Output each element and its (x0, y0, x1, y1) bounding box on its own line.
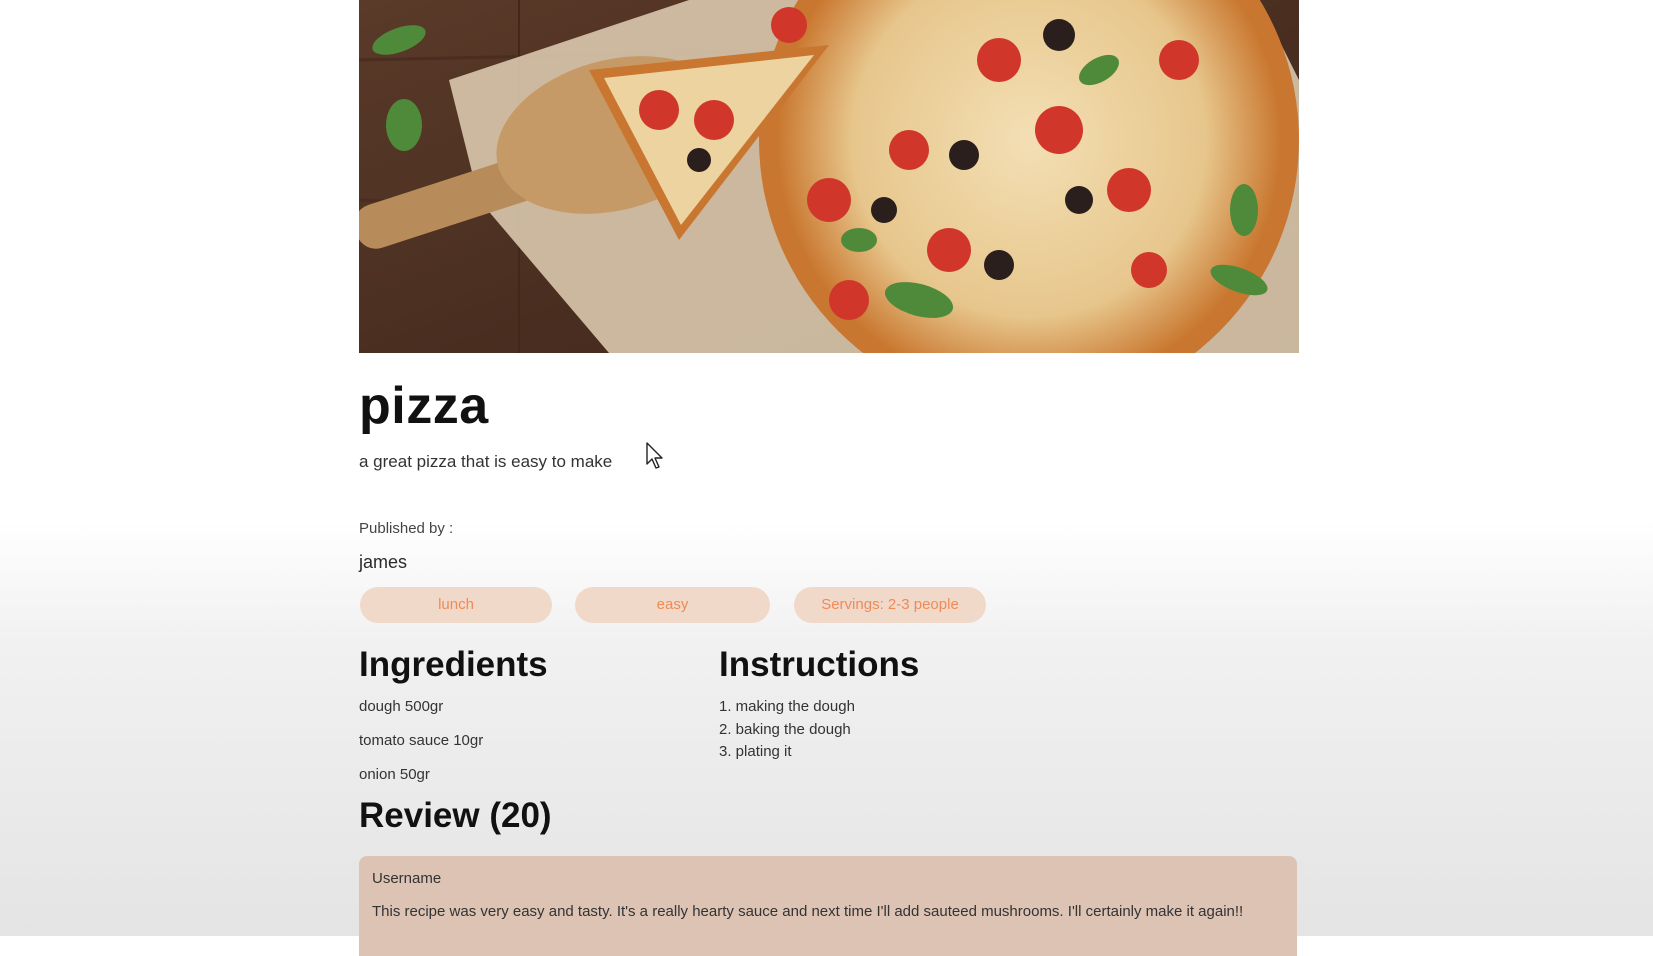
ingredient-item: dough 500gr (359, 698, 444, 715)
author-name[interactable]: james (359, 552, 407, 573)
recipe-tags: lunch easy Servings: 2-3 people (360, 587, 1300, 623)
published-by-label: Published by : (359, 520, 454, 537)
instruction-step: 1. making the dough (719, 698, 855, 715)
recipe-title: pizza (359, 377, 489, 435)
instructions-heading: Instructions (719, 645, 920, 684)
tag-difficulty[interactable]: easy (575, 587, 770, 623)
pizza-photo-icon (359, 0, 1299, 353)
recipe-hero-image (359, 0, 1299, 353)
recipe-description: a great pizza that is easy to make (359, 452, 613, 471)
review-card: Username This recipe was very easy and t… (359, 856, 1297, 956)
ingredient-item: tomato sauce 10gr (359, 732, 484, 749)
tag-lunch[interactable]: lunch (360, 587, 552, 623)
ingredients-heading: Ingredients (359, 645, 548, 684)
ingredient-item: onion 50gr (359, 766, 430, 783)
ingredients-list: dough 500gr tomato sauce 10gr onion 50gr (359, 698, 483, 800)
instruction-step: 2. baking the dough (719, 720, 851, 738)
instruction-step: 3. plating it (719, 743, 792, 760)
mouse-pointer-icon (646, 442, 663, 469)
review-username: Username (372, 870, 442, 887)
review-text: This recipe was very easy and tasty. It'… (372, 903, 1244, 920)
reviews-heading: Review (20) (359, 796, 552, 835)
instructions-list: 1. making the dough 2. baking the dough … (719, 698, 855, 766)
tag-servings[interactable]: Servings: 2-3 people (794, 587, 986, 623)
